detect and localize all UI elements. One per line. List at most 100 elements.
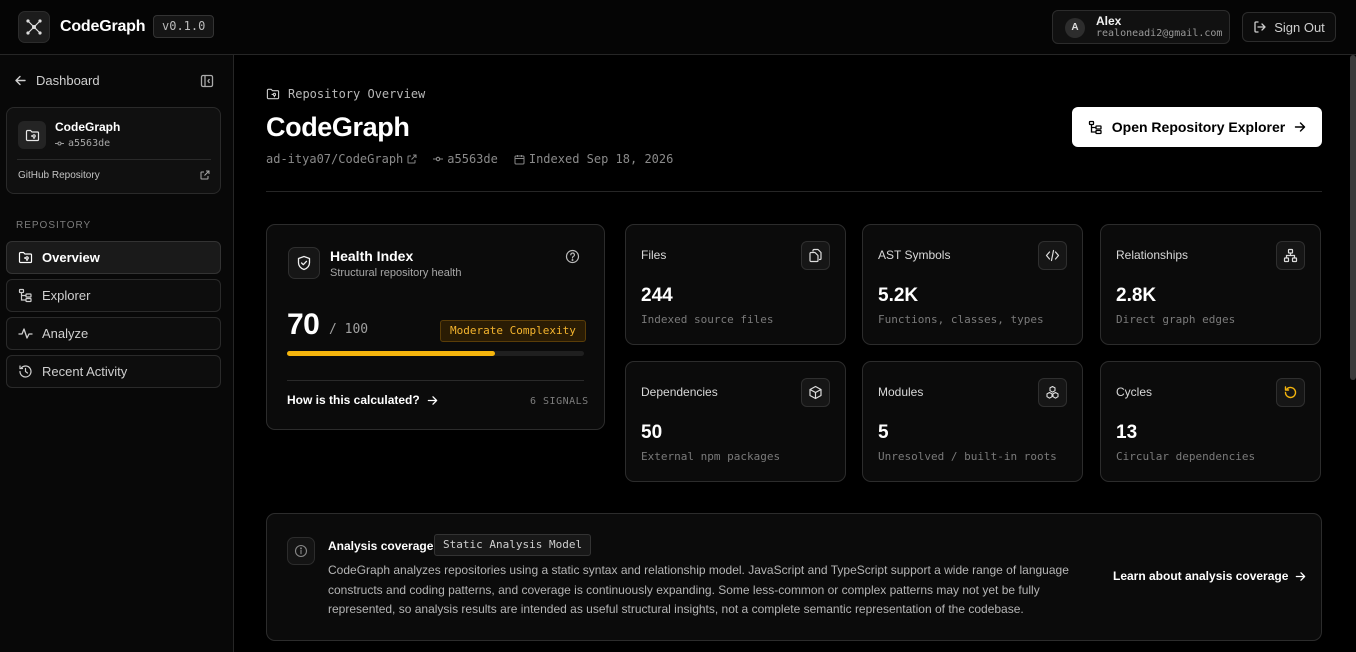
sidebar-item-analyze[interactable]: Analyze (6, 317, 221, 350)
signals-count: 6 SIGNALS (530, 396, 589, 407)
sidebar-item-explorer[interactable]: Explorer (6, 279, 221, 312)
history-icon (19, 365, 32, 378)
stat-value: 50 (641, 422, 663, 443)
repo-card: CodeGraph a5563de GitHub Repository (6, 107, 221, 194)
stat-label: Files (641, 248, 667, 262)
analysis-coverage-card: Analysis coverage Static Analysis Model … (266, 513, 1322, 641)
coverage-badge: Static Analysis Model (434, 534, 592, 556)
main-content: Repository Overview CodeGraph ad-itya07/… (234, 55, 1356, 652)
sidebar-item-label: Recent Activity (42, 364, 128, 379)
folder-git-icon (266, 88, 280, 100)
stat-card-relationships[interactable]: Relationships 2.8K Direct graph edges (1100, 224, 1321, 345)
sidebar-item-recent-activity[interactable]: Recent Activity (6, 355, 221, 388)
divider (287, 380, 584, 381)
indexed-date: Indexed Sep 18, 2026 (528, 152, 674, 166)
stat-card-modules[interactable]: Modules 5 Unresolved / built-in roots (862, 361, 1083, 482)
logo-icon[interactable] (18, 11, 50, 43)
commit-hash: a5563de (447, 152, 498, 166)
stat-description: Circular dependencies (1116, 450, 1256, 463)
open-button-label: Open Repository Explorer (1111, 119, 1286, 135)
stat-value: 13 (1116, 422, 1138, 443)
commit-icon (433, 156, 444, 162)
page-title: CodeGraph (266, 112, 410, 142)
stat-card-files[interactable]: Files 244 Indexed source files (625, 224, 846, 345)
commit-icon (55, 141, 64, 146)
avatar: A (1065, 18, 1085, 38)
arrow-left-icon (15, 75, 26, 86)
indexed-meta: Indexed Sep 18, 2026 (514, 152, 674, 166)
stat-label: AST Symbols (878, 248, 951, 262)
stat-card-cycles[interactable]: Cycles 13 Circular dependencies (1100, 361, 1321, 482)
health-title: Health Index (330, 248, 414, 264)
section-label: REPOSITORY (16, 220, 92, 231)
stat-description: Functions, classes, types (878, 313, 1044, 326)
github-repository-link[interactable]: GitHub Repository (18, 170, 100, 181)
health-subtitle: Structural repository health (330, 267, 462, 279)
stat-description: Indexed source files (641, 313, 774, 326)
repo-meta: ad-itya07/CodeGraph a5563de Indexed Sep … (266, 152, 689, 166)
breadcrumb-label: Repository Overview (288, 87, 426, 101)
health-index-card: Health Index Structural repository healt… (266, 224, 605, 430)
shield-check-icon (288, 247, 320, 279)
stat-value: 5 (878, 422, 889, 443)
tree-icon (1088, 120, 1102, 134)
user-name: Alex (1096, 14, 1122, 28)
divider (17, 159, 211, 160)
sidebar-item-label: Analyze (42, 326, 89, 341)
folder-git-icon (18, 251, 33, 264)
sign-out-label: Sign Out (1274, 19, 1325, 35)
stat-label: Modules (878, 385, 924, 399)
collapse-sidebar-icon[interactable] (200, 74, 214, 88)
sidebar-item-overview[interactable]: Overview (6, 241, 221, 274)
sidebar: Dashboard CodeGraph a5563de GitHub Repos… (0, 55, 234, 652)
stat-value: 244 (641, 285, 673, 306)
how-calculated-label: How is this calculated? (287, 393, 420, 407)
stat-card-ast-symbols[interactable]: AST Symbols 5.2K Functions, classes, typ… (862, 224, 1083, 345)
complexity-badge: Moderate Complexity (440, 320, 586, 342)
stat-value: 2.8K (1116, 285, 1157, 306)
top-bar: CodeGraph v0.1.0 A Alex realoneadi2@gmai… (0, 0, 1356, 55)
repo-commit: a5563de (55, 138, 110, 149)
external-link-icon[interactable] (200, 170, 210, 180)
stat-description: External npm packages (641, 450, 781, 463)
stat-card-dependencies[interactable]: Dependencies 50 External npm packages (625, 361, 846, 482)
health-progress-fill (287, 351, 495, 356)
coverage-description: CodeGraph analyzes repositories using a … (328, 563, 1069, 616)
health-score-max: / 100 (329, 322, 369, 337)
tree-icon (18, 288, 32, 303)
commit-meta: a5563de (433, 152, 498, 166)
repo-path: ad-itya07/CodeGraph (266, 152, 404, 166)
stat-label: Relationships (1116, 248, 1189, 262)
sidebar-item-label: Overview (42, 250, 100, 265)
files-icon (801, 241, 830, 270)
repo-commit-hash: a5563de (68, 138, 111, 149)
learn-coverage-link[interactable]: Learn about analysis coverage (1113, 569, 1306, 583)
divider (266, 191, 1322, 192)
arrow-right-icon (1295, 122, 1306, 132)
arrow-right-icon (1296, 571, 1306, 581)
boxes-icon (1038, 378, 1067, 407)
stat-description: Direct graph edges (1116, 313, 1236, 326)
scrollbar[interactable] (1350, 55, 1356, 380)
how-calculated-link[interactable]: How is this calculated? (287, 393, 438, 407)
package-icon (801, 378, 830, 407)
stat-description: Unresolved / built-in roots (878, 450, 1057, 463)
back-label: Dashboard (36, 73, 100, 88)
health-progress-bar (287, 351, 584, 356)
external-link-icon (407, 154, 417, 164)
back-to-dashboard[interactable]: Dashboard (14, 73, 100, 88)
user-menu[interactable]: A Alex realoneadi2@gmail.com (1052, 10, 1230, 44)
sign-out-button[interactable]: Sign Out (1242, 12, 1336, 42)
learn-coverage-label: Learn about analysis coverage (1113, 569, 1289, 583)
stat-value: 5.2K (878, 285, 919, 306)
health-score: 70 (287, 308, 320, 341)
breadcrumb: Repository Overview (266, 87, 425, 101)
version-badge: v0.1.0 (153, 15, 215, 38)
refresh-icon (1276, 378, 1305, 407)
help-circle-icon[interactable] (565, 249, 580, 264)
open-repository-explorer-button[interactable]: Open Repository Explorer (1072, 107, 1322, 147)
brand-name[interactable]: CodeGraph (60, 18, 146, 36)
repo-path-link[interactable]: ad-itya07/CodeGraph (266, 152, 417, 166)
repo-name: CodeGraph (55, 120, 121, 134)
info-icon (287, 537, 315, 565)
